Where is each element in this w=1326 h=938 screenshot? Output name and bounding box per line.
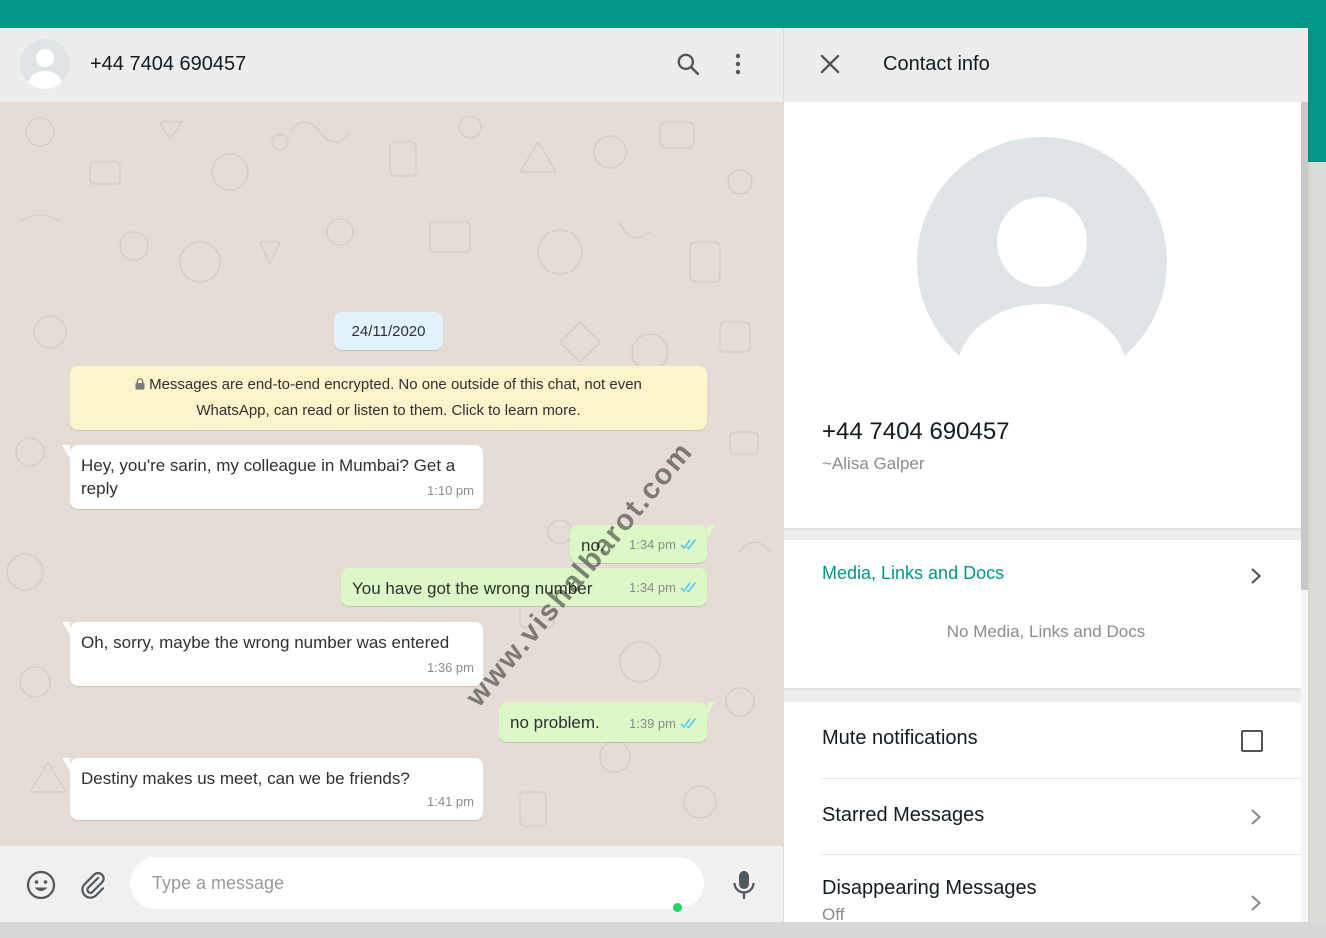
- message-text: no problem.: [510, 713, 600, 732]
- chevron-right-icon: [1251, 809, 1262, 825]
- starred-chevron: [1246, 807, 1266, 827]
- starred-messages-row[interactable]: Starred Messages: [784, 779, 1301, 854]
- message-incoming[interactable]: Oh, sorry, maybe the wrong number was en…: [62, 622, 483, 686]
- composer-bar: [0, 846, 784, 922]
- encryption-notice[interactable]: Messages are end-to-end encrypted. No on…: [70, 366, 707, 430]
- disappearing-chevron: [1246, 893, 1266, 913]
- mute-notifications-label: Mute notifications: [822, 727, 978, 749]
- message-time: 1:36 pm: [427, 660, 474, 675]
- attach-button[interactable]: [76, 868, 110, 902]
- voice-record-button[interactable]: [727, 868, 761, 902]
- bubble-tail: [707, 702, 715, 715]
- media-empty-state: No Media, Links and Docs: [946, 622, 1146, 641]
- media-links-docs-card[interactable]: Media, Links and Docs No Media, Links an…: [784, 540, 1301, 688]
- message-time: 1:34 pm: [629, 576, 698, 599]
- bubble-tail: [62, 622, 70, 635]
- disappearing-messages-value: Off: [822, 905, 845, 922]
- message-incoming[interactable]: Hey, you're sarin, my colleague in Mumba…: [62, 445, 483, 509]
- lock-icon: [135, 378, 145, 390]
- profile-photo[interactable]: [917, 137, 1167, 387]
- date-divider: 24/11/2020: [334, 312, 443, 350]
- message-incoming[interactable]: Destiny makes us meet, can we be friends…: [62, 758, 483, 820]
- chevron-right-icon: [1251, 895, 1262, 911]
- chat-contact-title[interactable]: +44 7404 690457: [90, 53, 246, 76]
- disappearing-messages-label: Disappearing Messages: [822, 877, 1037, 899]
- chat-pane: +44 7404 690457 24/11/2020 Messages are …: [0, 28, 784, 922]
- profile-card: +44 7404 690457 ~Alisa Galper: [784, 102, 1301, 528]
- message-time: 1:10 pm: [427, 483, 474, 498]
- message-list[interactable]: 24/11/2020 Messages are end-to-end encry…: [0, 102, 784, 846]
- message-outgoing[interactable]: no problem. 1:39 pm: [499, 702, 715, 742]
- media-chevron: [1246, 566, 1266, 586]
- status-dot: [673, 903, 682, 912]
- chat-menu-button[interactable]: [724, 50, 752, 78]
- contact-info-header: Contact info: [784, 28, 1308, 102]
- double-check-icon: [680, 718, 697, 729]
- close-icon: [820, 54, 840, 74]
- emoji-button[interactable]: [24, 868, 58, 902]
- contact-info-title: Contact info: [883, 53, 990, 75]
- message-text: Hey, you're sarin, my colleague in Mumba…: [81, 456, 456, 498]
- media-links-docs-label: Media, Links and Docs: [822, 563, 1005, 583]
- bubble-tail: [62, 445, 70, 458]
- contact-info-panel: Contact info +44 7404 690457 ~Alisa Galp…: [784, 28, 1308, 922]
- search-button[interactable]: [674, 50, 702, 78]
- close-contact-info-button[interactable]: [816, 50, 844, 78]
- search-icon: [677, 53, 700, 76]
- message-time: 1:39 pm: [629, 712, 698, 735]
- chat-header[interactable]: +44 7404 690457: [0, 28, 784, 102]
- mute-notifications-row[interactable]: Mute notifications: [784, 702, 1301, 778]
- contact-phone-number: +44 7404 690457: [822, 418, 1010, 445]
- chevron-right-icon: [1251, 568, 1262, 584]
- settings-card: Mute notifications Starred Messages Disa…: [784, 702, 1301, 922]
- default-avatar-icon: [28, 49, 62, 89]
- contact-avatar[interactable]: [20, 39, 70, 89]
- paperclip-icon: [81, 871, 105, 899]
- mute-notifications-checkbox[interactable]: [1241, 730, 1263, 752]
- default-avatar-icon: [957, 197, 1127, 387]
- panel-scrollbar-thumb[interactable]: [1301, 102, 1308, 590]
- contact-push-name: ~Alisa Galper: [822, 454, 925, 473]
- emoji-icon: [26, 870, 56, 900]
- encryption-notice-line1: Messages are end-to-end encrypted. No on…: [70, 372, 707, 398]
- message-input[interactable]: [130, 857, 704, 909]
- kebab-menu-icon: [735, 53, 741, 75]
- message-text: Destiny makes us meet, can we be friends…: [81, 769, 410, 788]
- teal-accent-strip: [1308, 28, 1326, 162]
- message-time: 1:34 pm: [629, 533, 698, 556]
- bubble-tail: [707, 525, 715, 538]
- page-bottom-strip: [0, 922, 1326, 938]
- double-check-icon: [680, 582, 697, 593]
- double-check-icon: [680, 539, 697, 550]
- message-outgoing[interactable]: You have got the wrong number 1:34 pm: [341, 568, 707, 606]
- microphone-icon: [733, 871, 755, 899]
- bubble-tail: [62, 758, 70, 771]
- encryption-notice-line2: WhatsApp, can read or listen to them. Cl…: [196, 402, 581, 419]
- disappearing-messages-row[interactable]: Disappearing Messages Off: [784, 855, 1301, 922]
- top-teal-bar: [0, 0, 1326, 28]
- whatsapp-window: +44 7404 690457 24/11/2020 Messages are …: [0, 28, 1308, 922]
- message-time: 1:41 pm: [427, 794, 474, 809]
- starred-messages-label: Starred Messages: [822, 804, 985, 826]
- message-text: Oh, sorry, maybe the wrong number was en…: [81, 633, 450, 652]
